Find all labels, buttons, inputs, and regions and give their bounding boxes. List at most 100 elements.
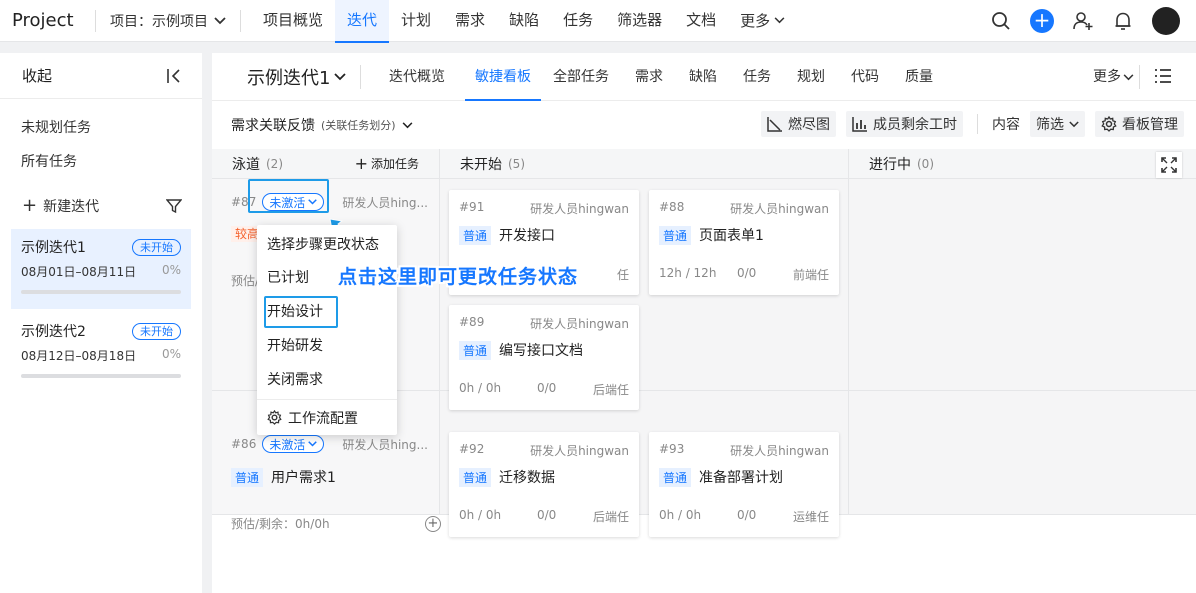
- tab-quality[interactable]: 质量: [895, 53, 943, 101]
- filter-icon[interactable]: [166, 198, 182, 214]
- gear-icon: [267, 410, 282, 425]
- status-dropdown[interactable]: 未激活: [262, 435, 325, 453]
- task-card-89[interactable]: #89 研发人员hingwan 普通 编写接口文档 0h / 0h 0/0 后端任: [449, 305, 639, 410]
- tabs-more-button[interactable]: 更多: [1093, 53, 1134, 101]
- nav-docs[interactable]: 文档: [674, 0, 728, 42]
- nav-requirements[interactable]: 需求: [443, 0, 497, 42]
- card-role: 后端任: [592, 510, 629, 524]
- dropdown-item-start-dev[interactable]: 开始研发: [257, 329, 397, 363]
- divider: [977, 114, 978, 134]
- dropdown-item-start-design[interactable]: 开始设计: [257, 295, 397, 329]
- tab-planning[interactable]: 规划: [787, 53, 835, 101]
- project-selector[interactable]: 项目：示例项目: [96, 11, 240, 31]
- tab-code[interactable]: 代码: [841, 53, 889, 101]
- nav-project-overview[interactable]: 项目概览: [251, 0, 335, 42]
- status-step-dropdown: 选择步骤更改状态 已计划 开始设计 开始研发 关闭需求 工作流配置: [257, 225, 397, 435]
- status-label: 未激活: [269, 437, 306, 452]
- card-hours: 0h / 0h: [459, 508, 502, 522]
- iteration-name: 示例迭代1: [21, 240, 86, 256]
- card-progress: 0/0: [737, 508, 757, 522]
- workflow-config-button[interactable]: 工作流配置: [257, 399, 397, 435]
- gear-icon: [1101, 116, 1117, 132]
- iteration-item-2[interactable]: 示例迭代2 未开始 08月12日–08月18日 0%: [11, 313, 191, 393]
- task-card-92[interactable]: #92 研发人员hingwan 普通 迁移数据 0h / 0h 0/0 后端任: [449, 432, 639, 537]
- tutorial-callout: 点击这里即可更改任务状态: [338, 266, 579, 288]
- iteration-header: 示例迭代1 迭代概览 敏捷看板 全部任务 需求 缺陷 任务 规划 代码 质量 更…: [212, 53, 1196, 101]
- sidebar-item-all-tasks[interactable]: 所有任务: [0, 145, 202, 179]
- divider: [360, 64, 361, 89]
- lane-header: 泳道 (2) + 添加任务: [212, 149, 439, 179]
- card-hours: 0h / 0h: [459, 381, 502, 395]
- new-iteration-button[interactable]: + 新建迭代: [22, 196, 99, 216]
- card-hours: 12h / 12h: [659, 266, 717, 280]
- divider: [848, 149, 849, 514]
- card-role: 前端任: [792, 268, 829, 282]
- filter-dropdown[interactable]: 筛选: [1030, 111, 1085, 137]
- add-member-icon[interactable]: [1072, 10, 1094, 32]
- add-task-button[interactable]: + 添加任务: [355, 155, 419, 172]
- iteration-title-selector[interactable]: 示例迭代1: [212, 64, 360, 90]
- add-subtask-icon[interactable]: +: [425, 515, 441, 532]
- task-card-93[interactable]: #93 研发人员hingwan 普通 准备部署计划 0h / 0h 0/0 运维任: [649, 432, 839, 537]
- collapse-left-icon[interactable]: [166, 68, 182, 84]
- lane-assignee: 研发人员hing...: [342, 195, 428, 210]
- column-header-doing: 进行中 (0): [849, 149, 1196, 179]
- filter-label: 筛选: [1036, 117, 1064, 133]
- view-selector[interactable]: 需求关联反馈 (关联任务划分): [212, 115, 413, 135]
- dropdown-header: 选择步骤更改状态: [267, 237, 379, 253]
- burndown-label: 燃尽图: [788, 117, 830, 133]
- priority-tag: 普通: [459, 225, 492, 245]
- nav-iteration[interactable]: 迭代: [335, 0, 390, 43]
- tab-agile-board[interactable]: 敏捷看板: [465, 53, 541, 101]
- sidebar-item-unplanned[interactable]: 未规划任务: [0, 111, 202, 145]
- lane-count: (2): [266, 156, 283, 171]
- tab-defects[interactable]: 缺陷: [679, 53, 727, 101]
- card-progress: 0/0: [737, 266, 757, 280]
- card-id: #89: [459, 315, 485, 329]
- burndown-button[interactable]: 燃尽图: [761, 111, 836, 137]
- dropdown-item-close[interactable]: 关闭需求: [257, 363, 397, 397]
- priority-tag: 普通: [459, 340, 492, 360]
- burndown-chart-icon: [767, 117, 782, 132]
- card-title: 页面表单1: [699, 228, 764, 244]
- chevron-down-icon: [214, 16, 226, 24]
- card-title: 迁移数据: [499, 470, 556, 486]
- tab-overview[interactable]: 迭代概览: [379, 53, 455, 101]
- divider: [439, 149, 440, 514]
- card-role: 后端任: [592, 383, 629, 397]
- card-assignee: 研发人员hingwan: [530, 444, 629, 458]
- tab-all-tasks[interactable]: 全部任务: [543, 53, 619, 101]
- lane-requirement-86[interactable]: #86 未激活 研发人员hing... 普通 用户需求1 预估/剩余：0h/0h…: [231, 435, 441, 532]
- brand-logo[interactable]: Project: [0, 10, 95, 31]
- tab-tasks[interactable]: 任务: [733, 53, 781, 101]
- tab-requirements[interactable]: 需求: [625, 53, 673, 101]
- nav-defects[interactable]: 缺陷: [497, 0, 551, 42]
- card-progress: 0/0: [537, 508, 557, 522]
- board-manage-button[interactable]: 看板管理: [1095, 111, 1184, 137]
- fullscreen-icon[interactable]: [1156, 152, 1182, 178]
- search-icon[interactable]: [990, 10, 1012, 32]
- nav-plan[interactable]: 计划: [389, 0, 443, 42]
- column-header-todo: 未开始 (5): [440, 149, 848, 179]
- nav-filters[interactable]: 筛选器: [605, 0, 674, 42]
- nav-tasks[interactable]: 任务: [551, 0, 605, 42]
- priority-tag: 普通: [459, 467, 492, 487]
- workflow-config-label: 工作流配置: [288, 410, 358, 427]
- view-subtitle: (关联任务划分): [321, 119, 396, 132]
- lane-id: #86: [231, 437, 257, 451]
- nav-more[interactable]: 更多: [728, 0, 797, 42]
- card-assignee: 研发人员hingwan: [730, 444, 829, 458]
- content-label: 内容: [992, 117, 1020, 133]
- divider: [240, 9, 241, 32]
- list-icon[interactable]: [1154, 68, 1172, 84]
- member-hours-button[interactable]: 成员剩余工时: [846, 111, 963, 137]
- add-icon[interactable]: +: [1030, 9, 1054, 33]
- iteration-item-1[interactable]: 示例迭代1 未开始 08月01日–08月11日 0%: [11, 229, 191, 309]
- task-card-88[interactable]: #88 研发人员hingwan 普通 页面表单1 12h / 12h 0/0 前端任: [649, 190, 839, 295]
- progress-bar: [21, 290, 181, 294]
- iteration-name: 示例迭代2: [21, 324, 86, 340]
- avatar[interactable]: [1152, 7, 1180, 35]
- view-title: 需求关联反馈: [231, 118, 315, 134]
- bell-icon[interactable]: [1112, 10, 1134, 32]
- card-assignee: 研发人员hingwan: [530, 202, 629, 216]
